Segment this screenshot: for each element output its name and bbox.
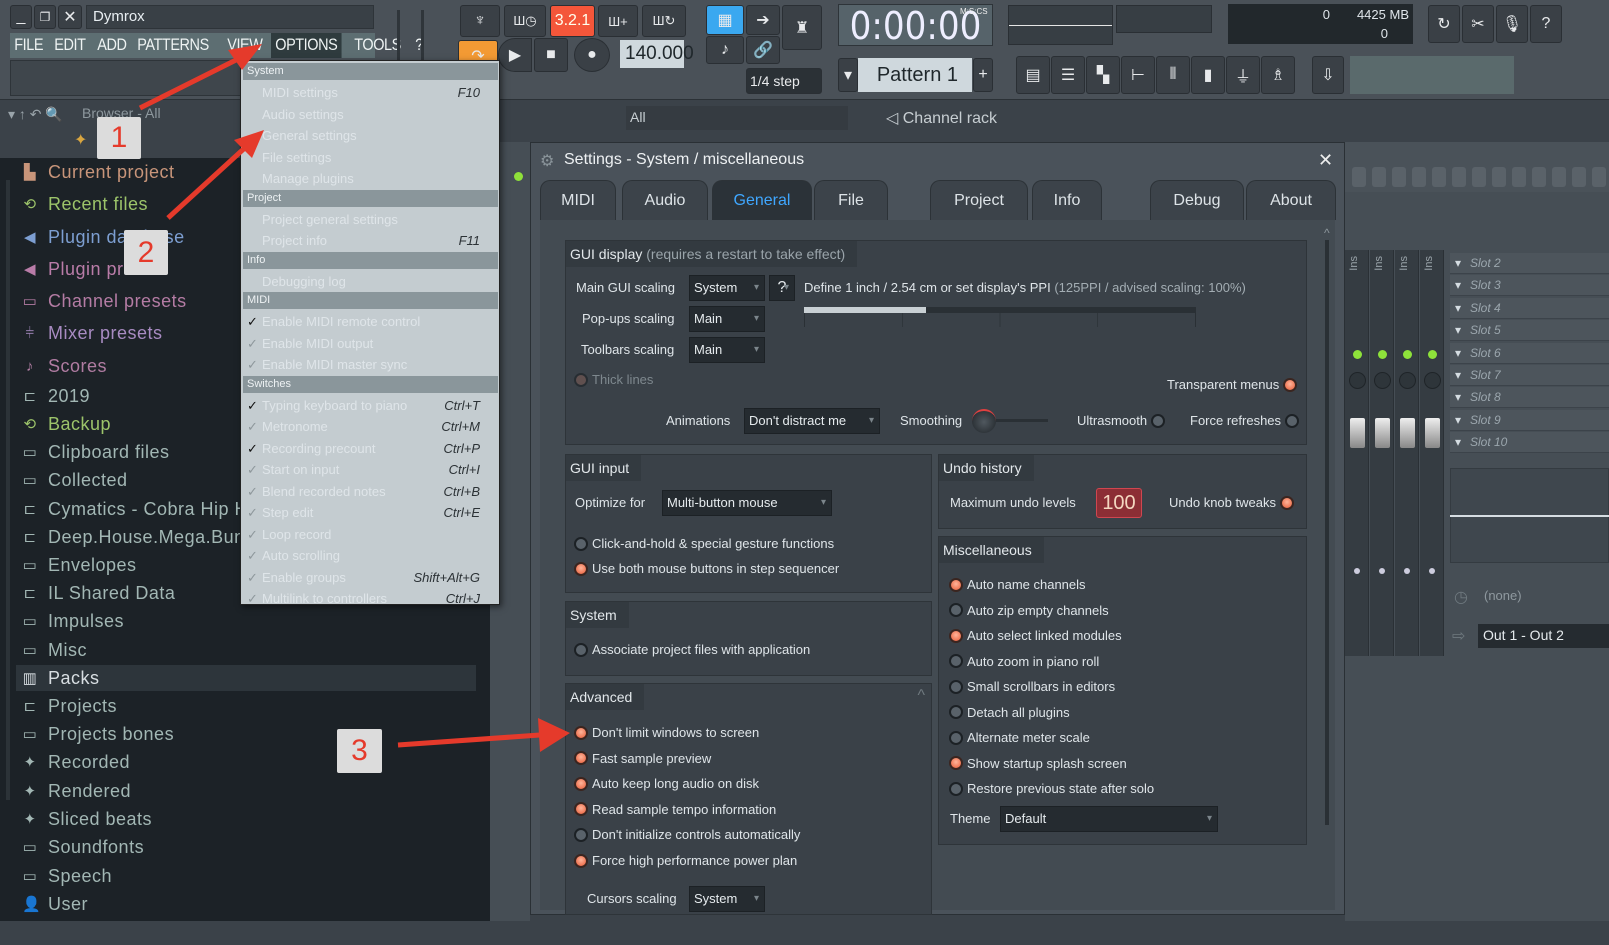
arrow-2	[166, 143, 250, 220]
annotation-arrows	[138, 44, 570, 752]
callout-2: 2	[124, 230, 168, 275]
arrow-3-head	[538, 718, 570, 752]
arrow-1	[138, 55, 242, 111]
callout-1: 1	[97, 117, 141, 159]
callout-3: 3	[337, 729, 382, 773]
arrow-3	[397, 732, 541, 748]
arrow-1-head	[228, 44, 262, 70]
